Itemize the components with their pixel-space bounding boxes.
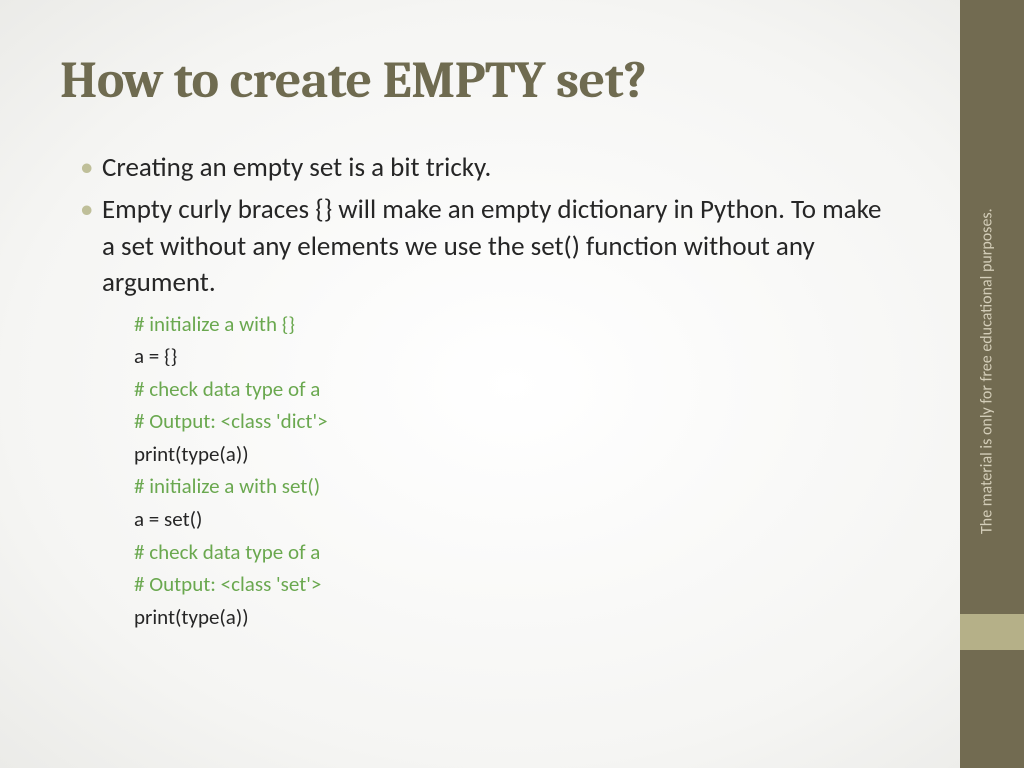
code-comment: # check data type of a [134, 536, 900, 569]
slide-title: How to create EMPTY set? [60, 50, 900, 110]
bullet-item: Creating an empty set is a bit tricky. [80, 150, 900, 186]
code-comment: # Output: <class 'set'> [134, 568, 900, 601]
right-sidebar: The material is only for free educationa… [960, 0, 1024, 768]
sidebar-caption: The material is only for free educationa… [978, 234, 999, 534]
code-comment: # initialize a with {} [134, 308, 900, 341]
code-statement: print(type(a)) [134, 438, 900, 471]
code-statement: print(type(a)) [134, 601, 900, 634]
code-statement: a = set() [134, 503, 900, 536]
slide-content: How to create EMPTY set? Creating an emp… [0, 0, 960, 768]
bullet-item: Empty curly braces {} will make an empty… [80, 192, 900, 301]
code-comment: # check data type of a [134, 373, 900, 406]
code-comment: # initialize a with set() [134, 470, 900, 503]
bullet-list: Creating an empty set is a bit tricky. E… [60, 150, 900, 302]
code-block: # initialize a with {} a = {} # check da… [60, 308, 900, 633]
sidebar-accent [960, 614, 1024, 650]
code-comment: # Output: <class 'dict'> [134, 405, 900, 438]
code-statement: a = {} [134, 340, 900, 373]
